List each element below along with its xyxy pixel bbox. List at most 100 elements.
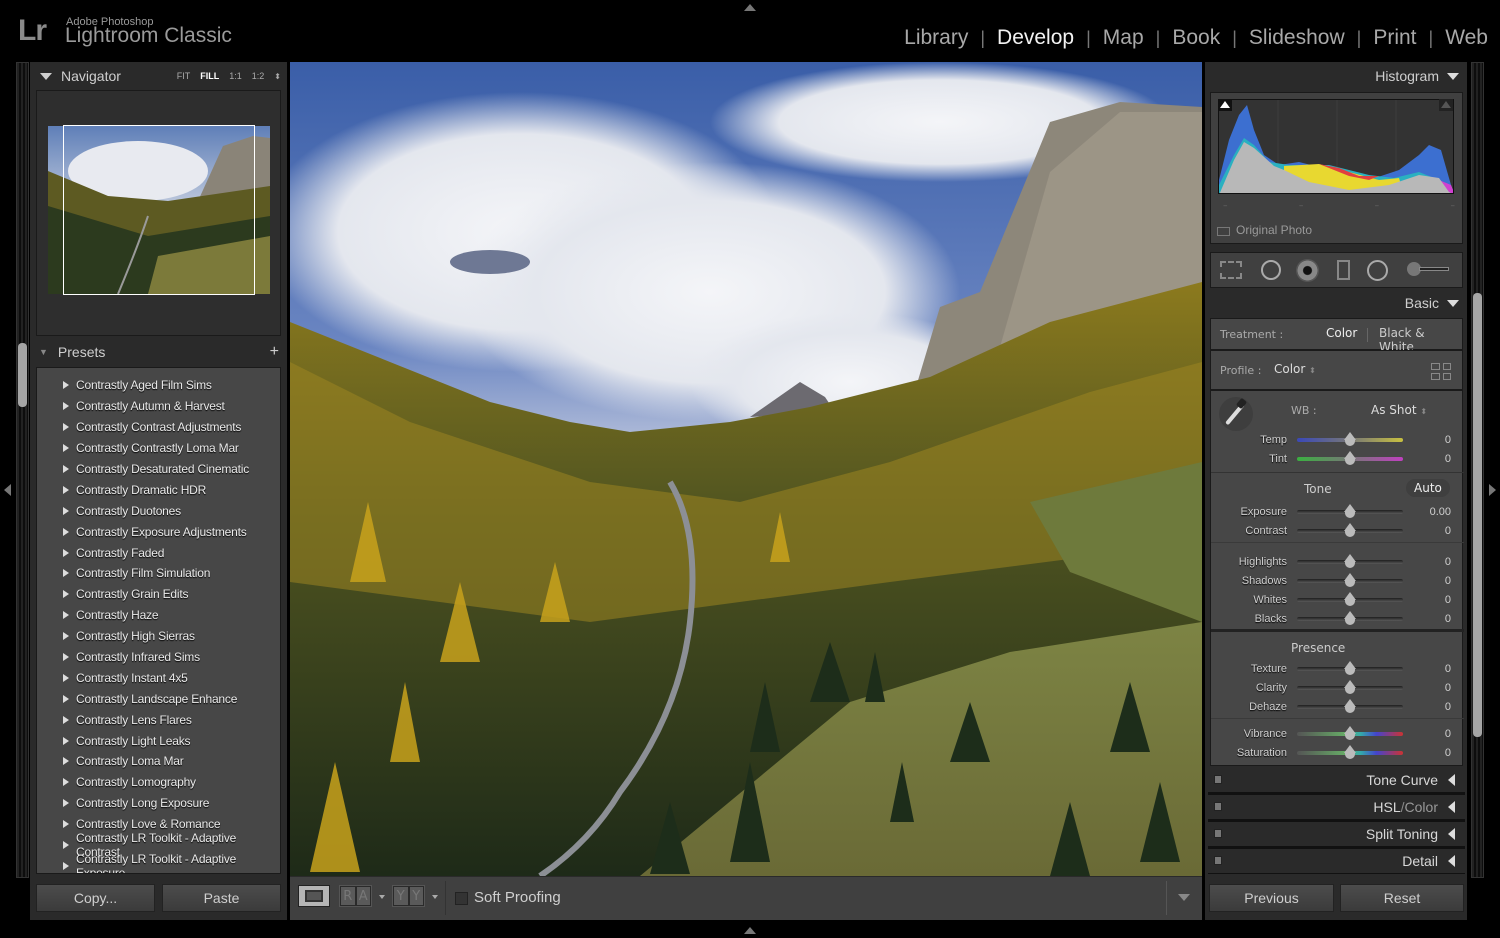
- right-panel-toggle[interactable]: [1489, 484, 1496, 496]
- compare-button[interactable]: Y Y: [392, 885, 425, 907]
- slider-thumb[interactable]: [1344, 450, 1356, 465]
- module-slideshow[interactable]: Slideshow: [1249, 26, 1345, 50]
- contrast-value[interactable]: 0: [1403, 525, 1451, 537]
- slider-thumb[interactable]: [1344, 553, 1356, 568]
- disclosure-triangle-icon[interactable]: [63, 715, 69, 724]
- disclosure-triangle-icon[interactable]: [63, 861, 69, 870]
- panel-header-detail[interactable]: Detail: [1208, 849, 1465, 874]
- disclosure-triangle-icon[interactable]: [63, 673, 69, 682]
- disclosure-triangle-icon[interactable]: [63, 402, 69, 411]
- before-after-dropdown-icon[interactable]: [379, 895, 385, 899]
- main-photo[interactable]: [290, 62, 1202, 876]
- disclosure-triangle-icon[interactable]: [63, 444, 69, 453]
- dehaze-value[interactable]: 0: [1403, 701, 1451, 713]
- radial-filter-icon[interactable]: [1367, 260, 1388, 281]
- zoom-option-fill[interactable]: FILL: [200, 71, 219, 81]
- slider-thumb[interactable]: [1344, 522, 1356, 537]
- dehaze-slider-track[interactable]: [1297, 698, 1403, 713]
- preset-folder[interactable]: Contrastly Grain Edits: [37, 584, 280, 605]
- disclosure-triangle-icon[interactable]: [63, 736, 69, 745]
- loupe-view-button[interactable]: [298, 885, 330, 907]
- disclosure-triangle-icon[interactable]: [63, 778, 69, 787]
- slider-thumb[interactable]: [1344, 431, 1356, 446]
- preset-folder[interactable]: Contrastly Contrastly Loma Mar: [37, 438, 280, 459]
- preset-folder[interactable]: Contrastly Loma Mar: [37, 751, 280, 772]
- whites-value[interactable]: 0: [1403, 594, 1451, 606]
- red-eye-tool-icon[interactable]: [1296, 259, 1319, 282]
- navigator-viewport-rect[interactable]: [63, 125, 255, 295]
- preset-folder[interactable]: Contrastly Film Simulation: [37, 563, 280, 584]
- highlights-value[interactable]: 0: [1403, 556, 1451, 568]
- preset-folder[interactable]: Contrastly Desaturated Cinematic: [37, 459, 280, 480]
- disclosure-triangle-icon[interactable]: [63, 548, 69, 557]
- panel-title-alt[interactable]: Color: [1405, 799, 1438, 815]
- plus-icon[interactable]: +: [270, 343, 279, 361]
- treatment-color-option[interactable]: Color: [1326, 326, 1357, 340]
- disclosure-triangle-icon[interactable]: [63, 381, 69, 390]
- panel-header-split-toning[interactable]: Split Toning: [1208, 822, 1465, 849]
- original-photo-checkbox[interactable]: [1217, 227, 1230, 236]
- panel-toggle-switch[interactable]: [1214, 802, 1222, 811]
- disclosure-triangle-icon[interactable]: [63, 757, 69, 766]
- preset-folder[interactable]: Contrastly Contrast Adjustments: [37, 417, 280, 438]
- right-panel-scrollbar[interactable]: [1471, 62, 1484, 878]
- tint-value[interactable]: 0: [1403, 453, 1451, 465]
- auto-tone-button[interactable]: Auto: [1406, 479, 1450, 497]
- slider-thumb[interactable]: [1344, 698, 1356, 713]
- exposure-value[interactable]: 0.00: [1403, 506, 1451, 518]
- disclosure-triangle-icon[interactable]: [63, 799, 69, 808]
- histogram-header[interactable]: Histogram: [1205, 63, 1467, 89]
- left-scroll-thumb[interactable]: [18, 343, 27, 407]
- slider-thumb[interactable]: [1344, 591, 1356, 606]
- spot-removal-tool-icon[interactable]: [1261, 260, 1281, 280]
- zoom-stepper-icon[interactable]: ⬍: [274, 72, 281, 81]
- blacks-slider-track[interactable]: [1297, 610, 1403, 625]
- tint-slider-track[interactable]: [1297, 450, 1403, 465]
- preset-folder[interactable]: Contrastly Exposure Adjustments: [37, 521, 280, 542]
- wb-select[interactable]: As Shot ⬍: [1371, 403, 1427, 417]
- whites-slider-track[interactable]: [1297, 591, 1403, 606]
- module-map[interactable]: Map: [1103, 26, 1144, 50]
- histogram-graph[interactable]: [1218, 99, 1454, 194]
- vibrance-value[interactable]: 0: [1403, 728, 1451, 740]
- texture-value[interactable]: 0: [1403, 663, 1451, 675]
- white-balance-eyedropper-icon[interactable]: [1219, 397, 1253, 431]
- preset-folder[interactable]: Contrastly Dramatic HDR: [37, 479, 280, 500]
- disclosure-triangle-icon[interactable]: [63, 527, 69, 536]
- before-after-button[interactable]: R A: [339, 885, 372, 907]
- preset-folder[interactable]: Contrastly Infrared Sims: [37, 647, 280, 668]
- temp-value[interactable]: 0: [1403, 434, 1451, 446]
- shadows-value[interactable]: 0: [1403, 575, 1451, 587]
- left-panel-toggle[interactable]: [4, 484, 11, 496]
- navigator-preview[interactable]: [36, 90, 281, 336]
- top-panel-toggle[interactable]: [744, 4, 756, 11]
- profile-browser-grid-icon[interactable]: [1431, 363, 1451, 380]
- disclosure-triangle-icon[interactable]: [63, 820, 69, 829]
- clarity-value[interactable]: 0: [1403, 682, 1451, 694]
- paste-button[interactable]: Paste: [162, 884, 281, 912]
- preset-folder[interactable]: Contrastly Faded: [37, 542, 280, 563]
- vibrance-slider-track[interactable]: [1297, 725, 1403, 740]
- module-web[interactable]: Web: [1445, 26, 1488, 50]
- disclosure-triangle-icon[interactable]: [63, 841, 69, 850]
- soft-proofing-checkbox[interactable]: [455, 892, 468, 905]
- disclosure-triangle-icon[interactable]: [63, 465, 69, 473]
- preset-folder[interactable]: Contrastly Long Exposure: [37, 793, 280, 814]
- zoom-option-fit[interactable]: FIT: [177, 71, 191, 81]
- preset-folder[interactable]: Contrastly Instant 4x5: [37, 667, 280, 688]
- saturation-value[interactable]: 0: [1403, 747, 1451, 759]
- slider-thumb[interactable]: [1344, 610, 1356, 625]
- exposure-slider-track[interactable]: [1297, 503, 1403, 518]
- previous-button[interactable]: Previous: [1209, 884, 1334, 912]
- preset-folder[interactable]: Contrastly LR Toolkit - Adaptive Exposur…: [37, 852, 280, 873]
- preset-folder[interactable]: Contrastly Lomography: [37, 772, 280, 793]
- disclosure-triangle-icon[interactable]: [63, 506, 69, 515]
- disclosure-triangle-icon[interactable]: [63, 423, 69, 432]
- reset-button[interactable]: Reset: [1340, 884, 1464, 912]
- slider-thumb[interactable]: [1344, 679, 1356, 694]
- right-scroll-thumb[interactable]: [1473, 293, 1482, 737]
- preset-folder[interactable]: Contrastly Duotones: [37, 500, 280, 521]
- highlight-clipping-toggle[interactable]: [1439, 99, 1453, 111]
- compare-dropdown-icon[interactable]: [432, 895, 438, 899]
- adjustment-brush-icon[interactable]: [1407, 262, 1453, 276]
